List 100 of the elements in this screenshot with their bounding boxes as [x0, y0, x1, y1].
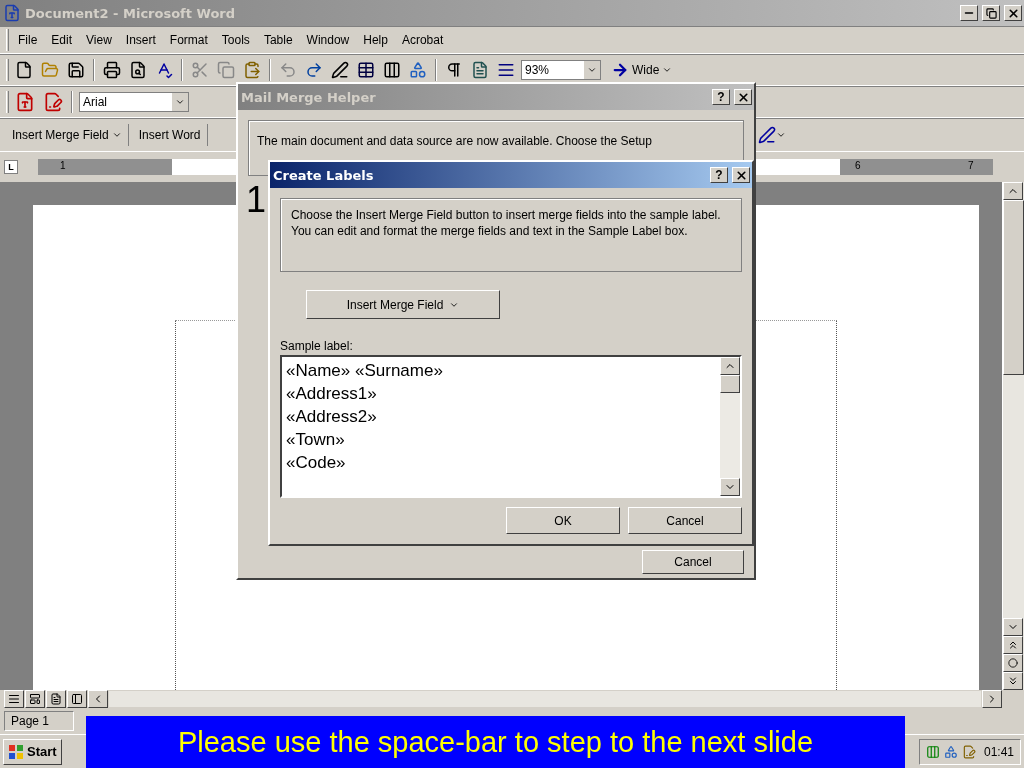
normal-view-button[interactable]	[4, 690, 24, 708]
lines-icon	[497, 61, 515, 79]
pencil-icon	[758, 126, 776, 144]
dialog-button[interactable]: Cancel	[642, 550, 744, 574]
circle-icon	[1008, 658, 1018, 668]
wide-button[interactable]: Wide	[605, 57, 679, 83]
restore-button[interactable]	[982, 5, 1000, 21]
double-down-arrow-icon	[1007, 675, 1019, 687]
print-preview-icon	[129, 61, 147, 79]
dialog-button[interactable]: OK	[506, 507, 620, 534]
menu-item[interactable]: Tools	[216, 31, 255, 49]
scroll-up-button[interactable]	[1003, 182, 1023, 200]
caret-icon	[175, 97, 185, 107]
lines-icon	[8, 693, 20, 705]
scroll-down-button[interactable]	[720, 478, 740, 496]
menu-item[interactable]: Acrobat	[396, 31, 449, 49]
sample-label-line: «Name» «Surname»	[286, 360, 444, 382]
help-button[interactable]: ?	[710, 167, 728, 183]
menu-item[interactable]: Window	[301, 31, 355, 49]
sample-label-line: «Address1»	[286, 383, 378, 405]
redo-icon	[305, 61, 323, 79]
scroll-right-button[interactable]	[982, 690, 1002, 708]
undo-icon	[279, 61, 297, 79]
menu-item[interactable]: View	[81, 31, 117, 49]
menu-item[interactable]: Help	[358, 31, 393, 49]
sample-label-line: «Code»	[286, 452, 347, 474]
scroll-down-button[interactable]	[1003, 618, 1023, 636]
close-icon	[734, 168, 748, 182]
scroll-left-button[interactable]	[88, 690, 108, 708]
tab-selector[interactable]: L	[4, 160, 18, 174]
copy-icon	[217, 61, 235, 79]
ruler-number: 7	[968, 160, 974, 171]
meter-icon	[925, 744, 940, 759]
clock: 01:41	[983, 744, 1014, 759]
printer-button[interactable]	[101, 59, 123, 81]
caret-icon	[587, 65, 597, 75]
dialog-button[interactable]: Cancel	[628, 507, 742, 534]
menu-item[interactable]: Table	[258, 31, 298, 49]
start-button[interactable]: Start	[3, 738, 62, 765]
sample-label-line: «Town»	[286, 429, 346, 451]
columns-icon	[383, 61, 401, 79]
sample-label-line: «Address2»	[286, 406, 378, 428]
pdf-icon	[15, 92, 35, 112]
document-app-icon	[3, 4, 21, 22]
font-field[interactable]: Arial	[79, 92, 189, 112]
next-page-button[interactable]	[1003, 672, 1023, 690]
print-view-button[interactable]	[46, 690, 66, 708]
outline-view-button[interactable]	[67, 690, 87, 708]
merge-toolbar-button[interactable]: Insert Word	[132, 124, 208, 146]
close-icon	[736, 90, 750, 104]
shapes-icon	[943, 744, 958, 759]
scissors-icon	[191, 61, 209, 79]
merge-toolbar-button[interactable]: Insert Merge Field	[6, 124, 129, 146]
pdf-sign-icon	[43, 92, 63, 112]
shapes-icon	[409, 61, 427, 79]
ruler-number: 1	[60, 160, 66, 171]
insert-merge-field-button[interactable]: Insert Merge Field	[306, 290, 500, 319]
horizontal-scrollbar[interactable]	[109, 691, 981, 707]
table-icon	[357, 61, 375, 79]
close-button[interactable]	[732, 167, 750, 183]
caret-icon	[111, 130, 122, 140]
caret-icon	[662, 65, 673, 75]
paste-icon	[243, 61, 261, 79]
menu-item[interactable]: Insert	[120, 31, 161, 49]
web-view-button[interactable]	[25, 690, 45, 708]
save-icon	[67, 61, 85, 79]
menu-item[interactable]: Edit	[46, 31, 78, 49]
ruler-number: 6	[855, 160, 861, 171]
printer-icon	[103, 61, 121, 79]
close-icon	[1006, 6, 1020, 20]
vertical-scrollbar[interactable]	[1002, 182, 1024, 690]
menu-item[interactable]: File	[13, 31, 43, 49]
previous-page-button[interactable]	[1003, 636, 1023, 654]
step-number: 1	[246, 182, 267, 218]
close-button[interactable]	[1004, 5, 1022, 21]
pilcrow-icon	[445, 61, 463, 79]
double-up-arrow-icon	[1007, 639, 1019, 651]
sample-label-field[interactable]: «Name» «Surname» «Address1» «Address2» «Town» «Code»	[280, 355, 742, 498]
outline-icon	[71, 693, 83, 705]
pencil-button[interactable]	[329, 59, 351, 81]
sample-label-caption: Sample label:	[280, 339, 353, 353]
dialog-title: Mail Merge Helper	[241, 89, 377, 105]
help-button[interactable]: ?	[712, 89, 730, 105]
slide-banner: Please use the space-bar to step to the next slide	[86, 716, 905, 768]
arrow-icon	[611, 61, 629, 79]
page-icon	[50, 693, 62, 705]
minimize-button[interactable]	[960, 5, 978, 21]
browse-object-button[interactable]	[1003, 654, 1023, 672]
window-title: Document2 - Microsoft Word	[25, 5, 237, 21]
open-folder-icon	[41, 61, 59, 79]
layout-icon	[29, 693, 41, 705]
menu-item[interactable]: Format	[164, 31, 213, 49]
tray-app-icon	[961, 744, 976, 759]
zoom-field[interactable]: 93%	[521, 60, 601, 80]
caret-icon	[776, 130, 786, 140]
scroll-thumb[interactable]	[1003, 200, 1024, 375]
scroll-thumb[interactable]	[720, 375, 740, 393]
close-button[interactable]	[734, 89, 752, 105]
scroll-up-button[interactable]	[720, 357, 740, 375]
restore-icon	[985, 7, 997, 19]
